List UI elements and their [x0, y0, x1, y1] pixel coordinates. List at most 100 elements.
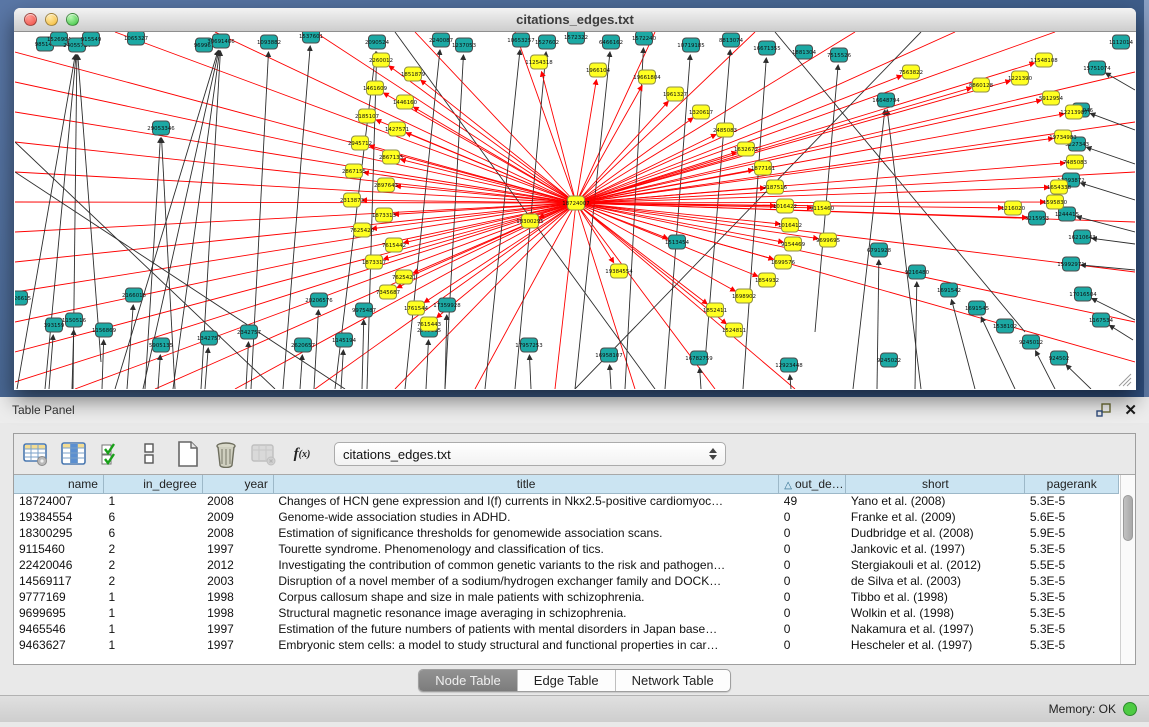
function-icon[interactable]: f(x)	[288, 440, 316, 468]
column-header-year[interactable]: year	[202, 475, 273, 493]
svg-text:15751074: 15751074	[1083, 66, 1111, 72]
svg-text:1527602: 1527602	[535, 40, 559, 46]
memory-ok-icon	[1123, 702, 1137, 716]
svg-text:7625420: 7625420	[350, 228, 375, 234]
cell-year: 2012	[202, 557, 273, 573]
cell-out_degree: 0	[779, 525, 846, 541]
svg-text:1342757: 1342757	[197, 336, 221, 342]
column-header-short[interactable]: short	[846, 475, 1025, 493]
tab-network-table[interactable]: Network Table	[616, 670, 730, 691]
sort-ascending-icon: △	[784, 480, 792, 491]
table-row[interactable]: 911546021997Tourette syndrome. Phenomeno…	[14, 541, 1119, 557]
cell-short: Jankovic et al. (1997)	[846, 541, 1025, 557]
column-header-name[interactable]: name	[14, 475, 103, 493]
cell-name: 9463627	[14, 637, 103, 653]
svg-text:16648794: 16648794	[872, 98, 900, 104]
table-row[interactable]: 2242004622012Investigating the contribut…	[14, 557, 1119, 573]
svg-text:16958107: 16958107	[595, 353, 622, 359]
cell-short: de Silva et al. (2003)	[846, 573, 1025, 589]
table-row[interactable]: 1830029562008Estimation of significance …	[14, 525, 1119, 541]
cell-title: Investigating the contribution of common…	[273, 557, 778, 573]
column-header-in_degree[interactable]: in_degree	[103, 475, 202, 493]
column-header-title[interactable]: title	[273, 475, 778, 493]
svg-text:9975487: 9975487	[352, 308, 376, 314]
column-header-out_degree[interactable]: △out_de…	[779, 475, 846, 493]
svg-text:1150516: 1150516	[62, 318, 87, 324]
table-row[interactable]: 946554611997Estimation of the future num…	[14, 621, 1119, 637]
cell-pagerank: 5.3E-5	[1025, 541, 1119, 557]
cell-pagerank: 5.9E-5	[1025, 525, 1119, 541]
svg-text:16210643: 16210643	[1068, 235, 1095, 241]
trash-icon[interactable]	[212, 440, 240, 468]
svg-text:1093882: 1093882	[257, 40, 281, 46]
column-header-pagerank[interactable]: pagerank	[1025, 475, 1119, 493]
svg-text:2867133: 2867133	[379, 155, 403, 161]
svg-text:17359928: 17359928	[433, 303, 461, 309]
tab-node-table[interactable]: Node Table	[419, 670, 518, 691]
cell-short: Tibbo et al. (1998)	[846, 589, 1025, 605]
table-row[interactable]: 946362711997Embryonic stem cells: a mode…	[14, 637, 1119, 653]
svg-text:2867155: 2867155	[342, 169, 366, 175]
cell-year: 2008	[202, 493, 273, 509]
window-titlebar[interactable]: citations_edges.txt	[14, 8, 1136, 32]
cell-short: Wolkin et al. (1998)	[846, 605, 1025, 621]
cell-name: 19384554	[14, 509, 103, 525]
cell-name: 18300295	[14, 525, 103, 541]
table-row[interactable]: 1938455462009Genome-wide association stu…	[14, 509, 1119, 525]
svg-text:1524811: 1524811	[722, 328, 746, 334]
svg-text:1595830: 1595830	[1043, 200, 1068, 206]
rows-icon[interactable]	[136, 440, 164, 468]
cell-out_degree: 0	[779, 509, 846, 525]
table-settings-icon[interactable]	[22, 440, 50, 468]
svg-text:16671355: 16671355	[753, 46, 780, 52]
table-row[interactable]: 1456911722003Disruption of a novel membe…	[14, 573, 1119, 589]
table-row[interactable]: 969969511998Structural magnetic resonanc…	[14, 605, 1119, 621]
svg-text:19661804: 19661804	[633, 75, 661, 81]
svg-text:9115460: 9115460	[810, 206, 835, 212]
cell-in_degree: 1	[103, 605, 202, 621]
cell-pagerank: 5.3E-5	[1025, 589, 1119, 605]
cell-name: 9699695	[14, 605, 103, 621]
tab-edge-table[interactable]: Edge Table	[518, 670, 616, 691]
network-canvas[interactable]: 9851471526904240557249155491065327969967…	[15, 32, 1135, 389]
table-scrollbar-thumb[interactable]	[1123, 495, 1133, 541]
cell-in_degree: 2	[103, 541, 202, 557]
svg-text:2260012: 2260012	[369, 58, 393, 64]
new-document-icon[interactable]	[174, 440, 202, 468]
network-view-window: citations_edges.txt 98514715269042405572…	[14, 8, 1136, 390]
table-row[interactable]: 1872400712008Changes of HCN gene express…	[14, 493, 1119, 509]
citation-network-graph[interactable]: 9851471526904240557249155491065327969967…	[15, 32, 1135, 389]
svg-text:16782759: 16782759	[685, 356, 713, 362]
cell-out_degree: 49	[779, 493, 846, 509]
cell-out_degree: 0	[779, 605, 846, 621]
svg-text:924502: 924502	[1049, 356, 1070, 362]
svg-text:7625421: 7625421	[392, 275, 416, 281]
svg-text:18724007: 18724007	[562, 201, 589, 207]
svg-text:1881304: 1881304	[792, 50, 817, 56]
svg-text:1016422: 1016422	[773, 204, 797, 210]
float-panel-icon[interactable]	[1096, 403, 1112, 417]
svg-text:1156869: 1156869	[92, 328, 117, 334]
cell-in_degree: 1	[103, 621, 202, 637]
svg-text:12213987: 12213987	[1060, 110, 1087, 116]
table-scrollbar[interactable]	[1120, 475, 1135, 664]
cell-in_degree: 6	[103, 509, 202, 525]
svg-text:9216480: 9216480	[905, 270, 930, 276]
cell-in_degree: 6	[103, 525, 202, 541]
node-table[interactable]: namein_degreeyeartitle△out_de…shortpager…	[14, 474, 1135, 664]
table-source-select[interactable]: citations_edges.txt	[334, 442, 726, 466]
svg-text:19734983: 19734983	[1049, 135, 1076, 141]
cell-year: 1997	[202, 637, 273, 653]
svg-text:1698902: 1698902	[732, 294, 756, 300]
close-panel-icon[interactable]: ✕	[1124, 403, 1137, 418]
table-row[interactable]: 977716911998Corpus callosum shape and si…	[14, 589, 1119, 605]
cell-year: 1998	[202, 589, 273, 605]
svg-text:1851879: 1851879	[401, 72, 426, 78]
cell-short: Dudbridge et al. (2008)	[846, 525, 1025, 541]
svg-text:1572240: 1572240	[632, 36, 657, 42]
svg-text:1966104: 1966104	[586, 68, 611, 74]
table-column-icon[interactable]	[60, 440, 88, 468]
node-table-grid[interactable]: namein_degreeyeartitle△out_de…shortpager…	[14, 475, 1119, 653]
select-columns-icon[interactable]	[98, 440, 126, 468]
svg-text:1537601: 1537601	[299, 34, 323, 40]
